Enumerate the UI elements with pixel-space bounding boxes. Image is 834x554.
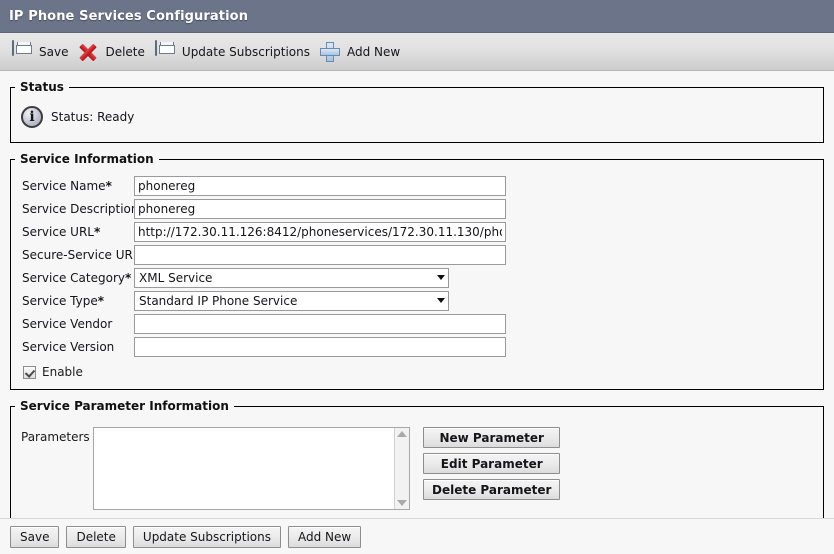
service-information-legend: Service Information [20,152,154,166]
parameters-list-scrollbar[interactable] [394,428,409,509]
toolbar-delete-button[interactable]: Delete [75,37,151,67]
toolbar-save-button[interactable]: Save [9,37,75,67]
field-row-secure-service-url: Secure-Service URL [17,243,817,266]
toolbar-add-new-label: Add New [347,44,401,59]
service-parameter-information-legend: Service Parameter Information [20,399,229,413]
field-row-service-type: Service Type* Standard IP Phone Service [17,289,817,312]
chevron-down-icon [433,275,448,280]
label-parameters: Parameters [21,430,90,444]
toolbar-update-subscriptions-label: Update Subscriptions [181,44,310,59]
service-parameter-information-group: Service Parameter Information Parameters… [10,399,824,523]
service-information-group: Service Information Service Name* Servic… [10,152,824,390]
blue-plus-icon [319,41,341,63]
label-service-vendor: Service Vendor [22,316,113,331]
edit-parameter-button[interactable]: Edit Parameter [423,453,561,474]
label-secure-service-url: Secure-Service URL [22,247,140,262]
field-row-service-vendor: Service Vendor [17,312,817,335]
status-group: Status i Status: Ready [10,80,824,143]
enable-checkbox-label: Enable [42,365,83,379]
footer-delete-button[interactable]: Delete [66,525,126,548]
label-service-version: Service Version [22,339,115,354]
status-group-body: i Status: Ready [11,94,823,142]
label-service-url: Service URL* [22,224,101,239]
enable-checkbox-row[interactable]: Enable [17,358,817,381]
red-x-icon [77,41,99,63]
parameter-buttons: New Parameter Edit Parameter Delete Para… [423,427,561,500]
parameters-list-items[interactable] [94,428,394,509]
footer-update-subscriptions-button[interactable]: Update Subscriptions [132,525,281,548]
toolbar-save-label: Save [39,44,69,59]
status-row: i Status: Ready [17,102,817,134]
service-type-select[interactable]: Standard IP Phone Service [134,290,449,311]
footer-button-bar: Save Delete Update Subscriptions Add New [0,518,834,554]
field-row-service-category: Service Category* XML Service [17,266,817,289]
secure-service-url-input[interactable] [134,244,506,265]
toolbar-update-subscriptions-button[interactable]: Update Subscriptions [152,37,317,67]
service-description-input[interactable] [134,198,506,219]
label-service-description: Service Description [22,201,139,216]
field-row-service-name: Service Name* [17,174,817,197]
scroll-down-arrow-icon[interactable] [397,500,407,506]
footer-add-new-button[interactable]: Add New [288,525,362,548]
enable-checkbox[interactable] [23,365,36,379]
chevron-down-icon [433,298,448,303]
service-type-value: Standard IP Phone Service [139,293,298,308]
toolbar-add-new-button[interactable]: Add New [317,37,407,67]
window-title-bar: IP Phone Services Configuration [0,0,834,33]
service-category-select[interactable]: XML Service [134,267,449,288]
label-service-name: Service Name* [22,178,112,193]
footer-save-button[interactable]: Save [10,525,60,548]
service-vendor-input[interactable] [134,313,506,334]
info-icon: i [21,106,43,128]
label-service-type: Service Type* [22,293,105,308]
toolbar-delete-label: Delete [105,44,145,59]
field-row-service-version: Service Version [17,335,817,358]
service-parameter-information-body: Parameters New Parameter Edit Parameter … [11,413,823,522]
service-information-body: Service Name* Service Description Servic… [11,166,823,389]
floppy-disk-icon [154,39,176,63]
service-url-input[interactable] [134,221,506,242]
status-text: Status: Ready [51,110,135,124]
status-group-legend: Status [20,80,64,94]
page-title: IP Phone Services Configuration [9,8,249,24]
delete-parameter-button[interactable]: Delete Parameter [423,479,561,500]
parameters-list[interactable] [93,427,410,510]
content-area: Status i Status: Ready Service Informati… [0,80,834,523]
service-name-input[interactable] [134,175,506,196]
floppy-disk-icon [11,39,33,63]
service-version-input[interactable] [134,336,506,357]
service-category-value: XML Service [139,270,213,285]
main-toolbar: Save Delete Update Subscriptions Add New [0,33,834,71]
field-row-service-description: Service Description [17,197,817,220]
label-service-category: Service Category* [22,270,132,285]
parameters-row: Parameters New Parameter Edit Parameter … [17,421,817,514]
scroll-up-arrow-icon[interactable] [397,431,407,437]
field-row-service-url: Service URL* [17,220,817,243]
new-parameter-button[interactable]: New Parameter [423,427,561,448]
